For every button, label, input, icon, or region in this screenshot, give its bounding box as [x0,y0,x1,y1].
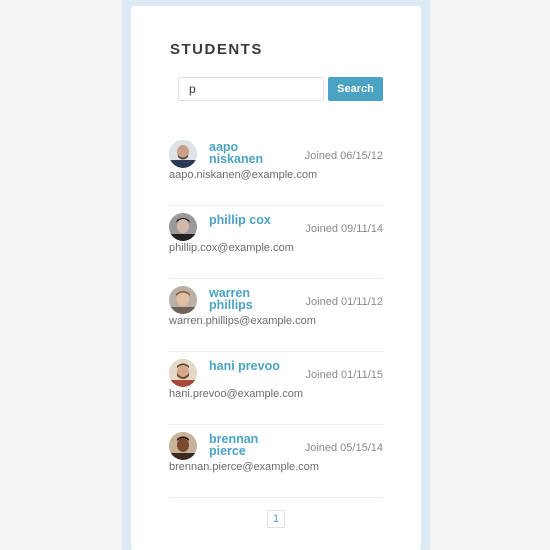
student-name[interactable]: warren phillips [209,287,284,312]
avatar-photo-dark-skin-man-icon [169,432,197,460]
student-email: warren.phillips@example.com [169,315,316,327]
student-name[interactable]: aapo niskanen [209,141,284,166]
student-joined-date: Joined 05/15/14 [304,442,383,454]
student-joined-date: Joined 01/11/12 [305,296,383,308]
avatar-photo-smiling-man-icon [169,286,197,314]
student-email: hani.prevoo@example.com [169,388,304,400]
students-card: STUDENTS Search aapo niskanen Joined 06/… [131,6,421,550]
student-row[interactable]: phillip cox Joined 09/11/14 phillip.cox@… [169,207,383,279]
student-joined-date: Joined 09/11/14 [305,223,383,235]
student-joined-date: Joined 01/11/15 [305,369,383,381]
avatar-photo-bearded-man-icon [169,359,197,387]
search-button[interactable]: Search [328,77,383,101]
student-name[interactable]: phillip cox [209,214,284,227]
student-list: aapo niskanen Joined 06/15/12 aapo.niska… [169,134,383,499]
student-row[interactable]: hani prevoo Joined 01/11/15 hani.prevoo@… [169,353,383,425]
student-email: aapo.niskanen@example.com [169,169,318,181]
student-row[interactable]: aapo niskanen Joined 06/15/12 aapo.niska… [169,134,383,206]
student-joined-date: Joined 06/15/12 [304,150,383,162]
search-input[interactable] [178,77,324,101]
student-email: phillip.cox@example.com [169,242,294,254]
student-name[interactable]: hani prevoo [209,360,284,373]
student-email: brennan.pierce@example.com [169,461,319,473]
student-row[interactable]: warren phillips Joined 01/11/12 warren.p… [169,280,383,352]
student-row[interactable]: brennan pierce Joined 05/15/14 brennan.p… [169,426,383,498]
student-name[interactable]: brennan pierce [209,433,284,458]
avatar-photo-bald-man-icon [169,140,197,168]
avatar-photo-dark-hair-man-icon [169,213,197,241]
pagination-page-1[interactable]: 1 [267,510,285,528]
page-title: STUDENTS [170,41,263,58]
